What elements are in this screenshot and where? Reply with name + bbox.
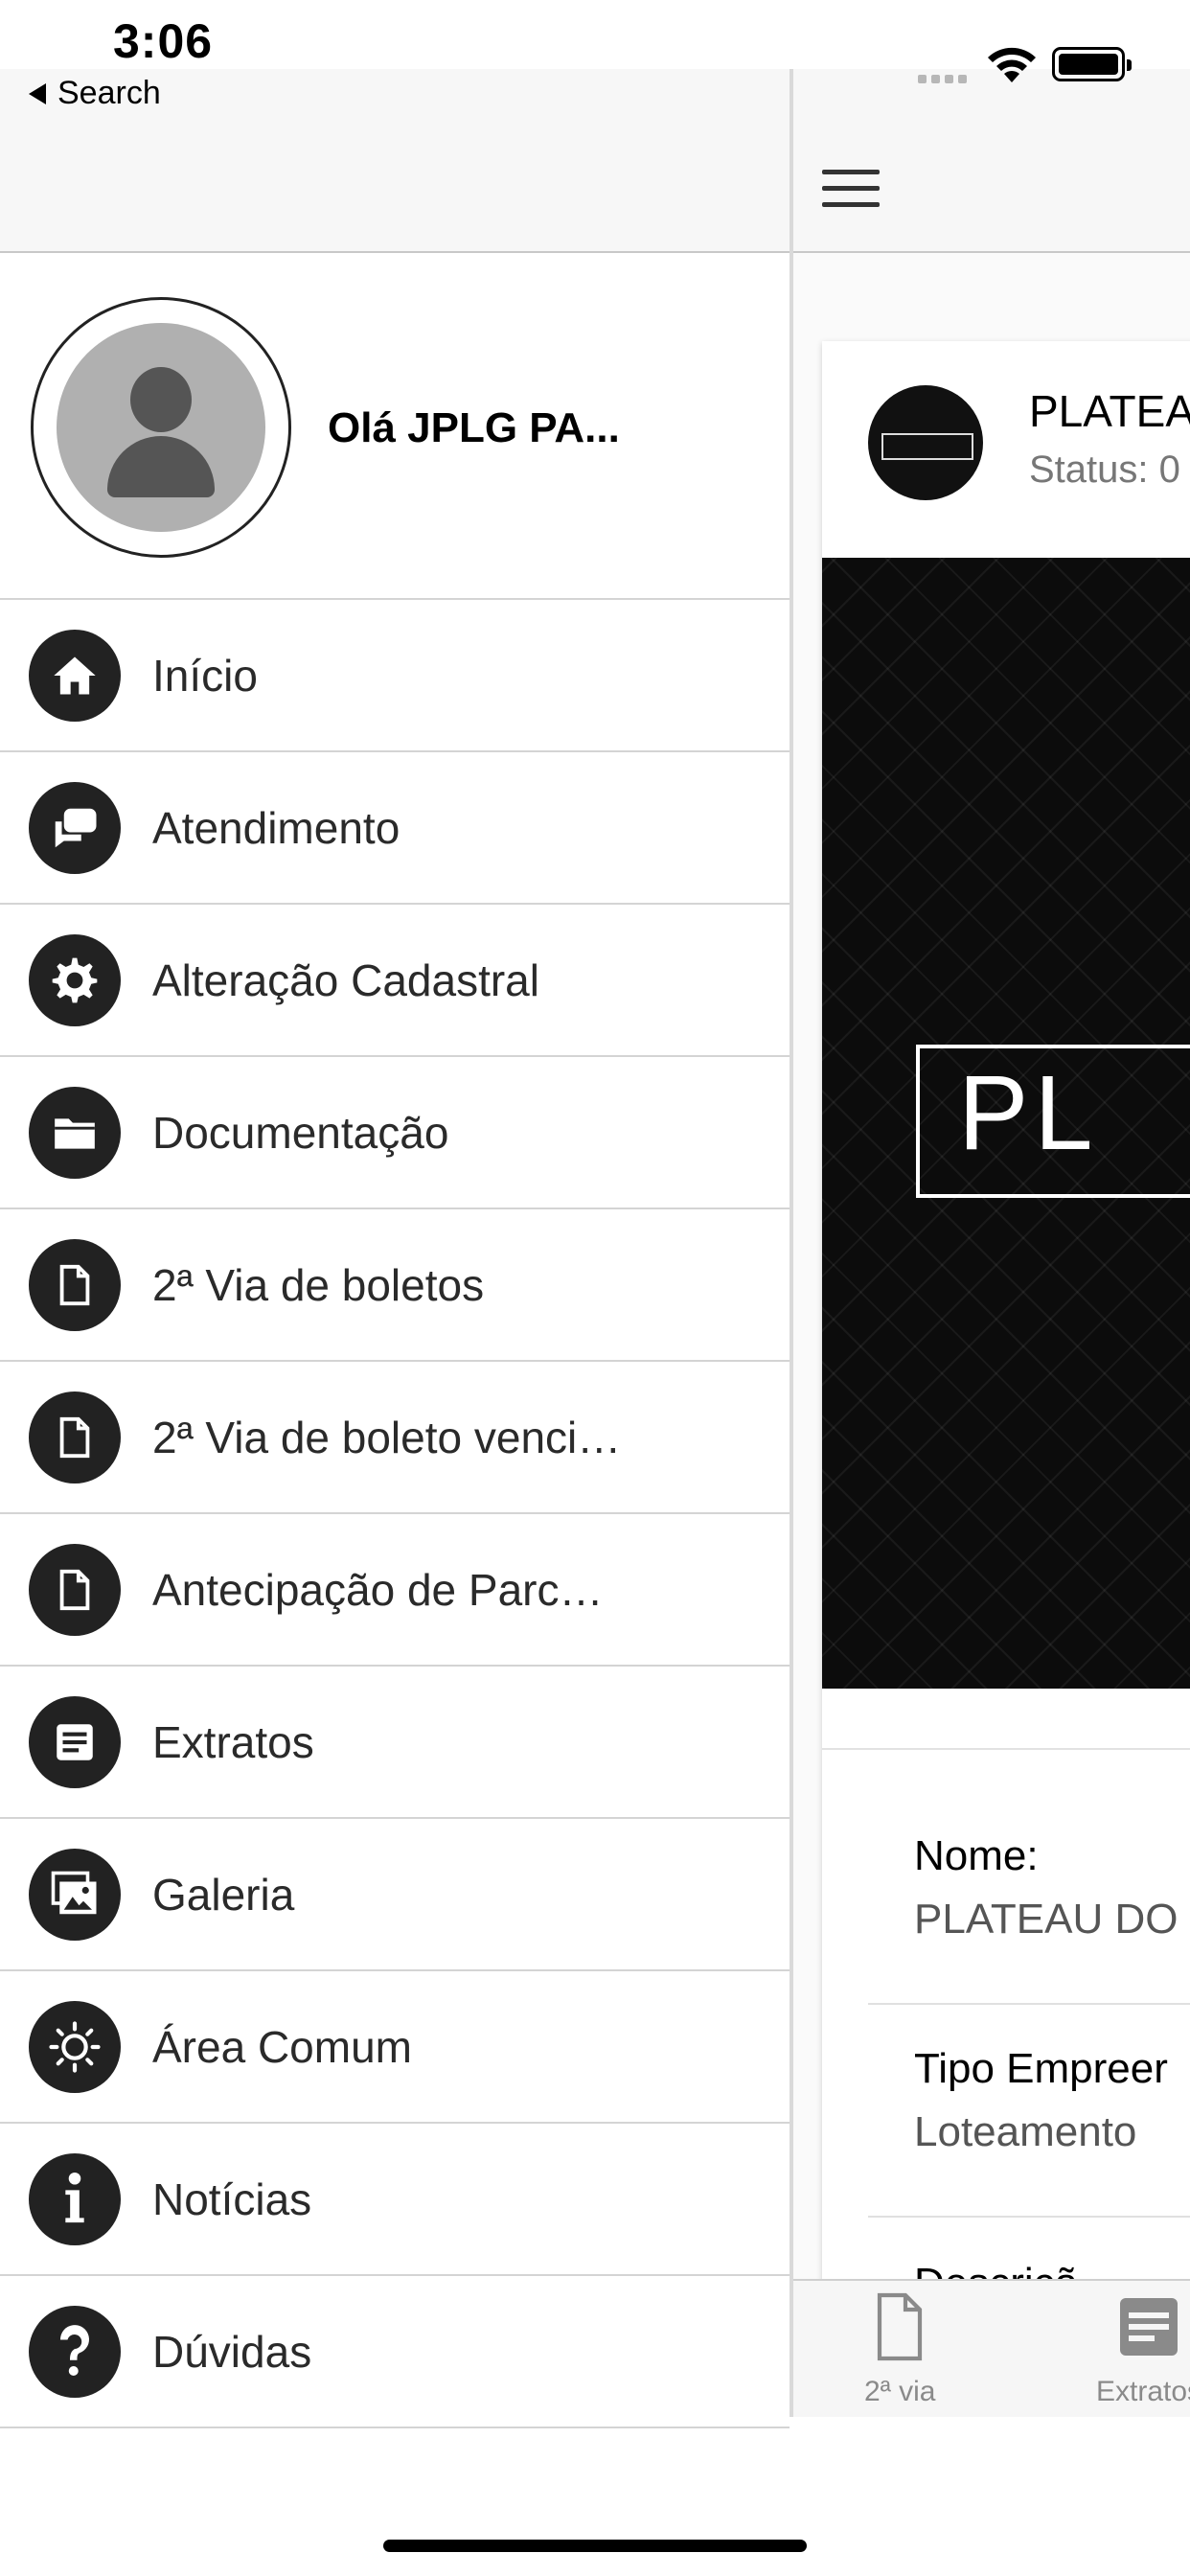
list-document-icon [29,1695,121,1788]
menu-item-label: Documentação [152,1107,449,1158]
folder-icon [29,1086,121,1179]
tab-extratos[interactable]: Extratos [1096,2292,1190,2408]
bottom-tab-bar: 2ª via Extratos [793,2279,1190,2417]
user-greeting: Olá JPLG PA... [328,404,620,451]
home-indicator[interactable] [383,2540,807,2552]
menu-item-label: Extratos [152,1716,314,1767]
menu-item-atendimento[interactable]: Atendimento [0,752,790,905]
back-label: Search [57,75,161,111]
menu-item-noticias[interactable]: Notícias [0,2124,790,2276]
home-icon [29,629,121,722]
menu-item-galeria[interactable]: Galeria [0,1819,790,1971]
top-bar [793,69,1190,253]
field-value-tipo: Loteamento [914,2108,1137,2155]
document-icon [878,2292,923,2361]
menu-item-alteracao-cadastral[interactable]: Alteração Cadastral [0,905,790,1057]
menu-item-extratos[interactable]: Extratos [0,1667,790,1819]
enterprise-title: PLATEA [1029,386,1190,436]
enterprise-card[interactable]: PLATEA Status: 0 PL Nome: PLATEAU DO Tip… [822,341,1190,2354]
menu-item-label: Área Comum [152,2021,412,2072]
tab-label: 2ª via [864,2376,936,2407]
document-icon [29,1391,121,1484]
menu-item-2via-boletos[interactable]: 2ª Via de boletos [0,1209,790,1362]
field-divider [868,2003,1190,2005]
back-to-search-button[interactable]: Search [29,75,161,112]
tab-label: Extratos [1096,2376,1190,2407]
menu-item-documentacao[interactable]: Documentação [0,1057,790,1209]
menu-item-area-comum[interactable]: Área Comum [0,1971,790,2124]
back-arrow-icon [29,82,46,104]
document-icon [29,1238,121,1331]
user-avatar-icon [57,323,265,532]
info-icon [29,2152,121,2245]
gallery-icon [29,1848,121,1941]
banner-logo-text: PL [958,1054,1099,1172]
chat-icon [29,781,121,874]
field-label-nome: Nome: [914,1832,1039,1879]
enterprise-banner-image: PL [822,558,1190,1689]
menu-item-label: Antecipação de Parc… [152,1564,604,1615]
menu-item-label: Galeria [152,1869,295,1920]
menu-item-antecipacao-parcelas[interactable]: Antecipação de Parc… [0,1514,790,1667]
menu-item-duvidas[interactable]: Dúvidas [0,2276,790,2428]
drawer-menu: Início Atendimento Alteração Cadastral D… [0,600,790,2428]
menu-item-inicio[interactable]: Início [0,600,790,752]
enterprise-status: Status: 0 [1029,448,1180,491]
battery-icon [1052,47,1132,81]
menu-item-label: Dúvidas [152,2326,312,2377]
status-time: 3:06 [113,14,214,68]
field-label-tipo: Tipo Empreer [914,2045,1168,2092]
document-icon [29,1543,121,1636]
tab-2via[interactable]: 2ª via [864,2292,935,2408]
main-content: PLATEA Status: 0 PL Nome: PLATEAU DO Tip… [790,69,1190,2417]
hamburger-menu-icon[interactable] [822,170,880,218]
menu-item-label: 2ª Via de boletos [152,1259,485,1310]
field-divider [868,2216,1190,2218]
cellular-signal-icon [918,75,967,83]
menu-item-label: 2ª Via de boleto venci… [152,1412,622,1462]
side-drawer: Olá JPLG PA... Início Atendimento Altera… [0,69,790,2428]
list-document-icon [1120,2298,1179,2356]
menu-item-label: Alteração Cadastral [152,954,539,1005]
menu-item-label: Notícias [152,2174,312,2224]
card-divider [822,1748,1190,1750]
enterprise-logo [868,385,983,500]
field-value-nome: PLATEAU DO [914,1896,1179,1943]
wifi-icon [988,47,1036,82]
avatar[interactable] [31,297,291,558]
menu-item-label: Atendimento [152,802,400,853]
menu-item-2via-boleto-vencido[interactable]: 2ª Via de boleto venci… [0,1362,790,1514]
sun-icon [29,2000,121,2093]
menu-item-label: Início [152,650,258,701]
profile-section: Olá JPLG PA... [0,255,790,600]
question-icon [29,2305,121,2398]
gear-icon [29,933,121,1026]
